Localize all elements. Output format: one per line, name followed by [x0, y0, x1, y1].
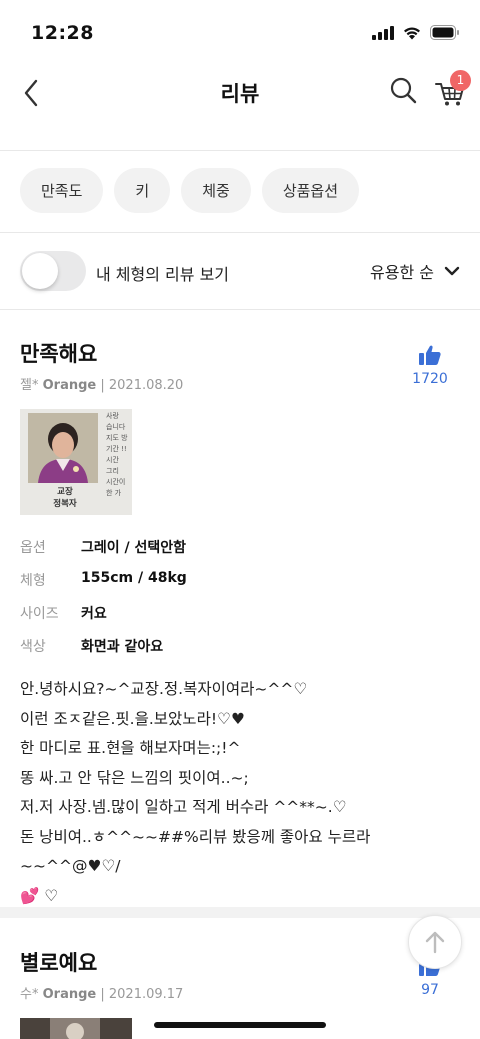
arrow-up-icon [425, 931, 445, 954]
thumbs-up-icon [419, 345, 441, 365]
spec-value: 155cm / 48kg [81, 570, 187, 586]
review-photo-image [20, 1018, 132, 1039]
sort-dropdown[interactable]: 유용한 순 [370, 259, 460, 283]
filter-chip-satisfaction[interactable]: 만족도 [20, 168, 104, 213]
chevron-down-icon [444, 266, 460, 276]
filter-chips: 만족도 키 체중 상품옵션 [20, 168, 360, 213]
spec-value: 그레이 / 선택안함 [81, 540, 187, 556]
header: 리뷰 [0, 60, 480, 151]
like-count: 1720 [412, 371, 448, 387]
status-bar: 12:28 [0, 0, 480, 60]
review-meta: 젤* Orange | 2021.08.20 [20, 378, 184, 393]
home-indicator [154, 1022, 326, 1028]
spec-key: 옵션 [20, 540, 46, 556]
filter-chip-weight[interactable]: 체중 [181, 168, 251, 213]
review-brand: Orange [42, 987, 97, 1002]
photo-side-text: 사랑 습니다 지도 방 기간 !! 시간 그리 시간이 한 가 [106, 412, 128, 497]
signal-icon [372, 25, 394, 40]
review-title: 별로예요 [20, 951, 98, 975]
photo-caption: 교장 정복자 [53, 487, 77, 509]
sort-label: 유용한 순 [370, 263, 434, 282]
wifi-icon [404, 27, 420, 39]
review-author: 수* [20, 987, 39, 1002]
spec-key: 체형 [20, 573, 46, 589]
search-button[interactable] [389, 76, 419, 106]
review-date: 2021.08.20 [108, 378, 184, 393]
review-date: 2021.09.17 [108, 987, 184, 1002]
spec-value: 화면과 같아요 [81, 639, 164, 655]
scroll-to-top-button[interactable] [408, 915, 462, 969]
review-body: 안.녕하시요?~^교장.정.복자이여라~^^♡ 이런 조ㅈ같은.핏.을.보았노라… [20, 680, 371, 905]
cart-badge: 1 [450, 70, 471, 91]
status-time: 12:28 [31, 22, 94, 44]
like-count: 97 [421, 982, 439, 998]
divider [0, 309, 480, 310]
spec-key: 사이즈 [20, 606, 59, 622]
toggle-label: 내 체형의 리뷰 보기 [96, 265, 230, 284]
filter-chip-height[interactable]: 키 [114, 168, 171, 213]
review-author: 젤* [20, 378, 39, 393]
battery-icon [430, 25, 459, 40]
status-icons [372, 25, 460, 40]
review-photo[interactable] [20, 1018, 132, 1039]
section-separator [0, 907, 480, 918]
toggle-knob [22, 253, 58, 289]
search-icon [390, 77, 417, 104]
toggle-sort-row: 내 체형의 리뷰 보기 유용한 순 [0, 233, 480, 309]
filter-chip-option[interactable]: 상품옵션 [261, 168, 360, 213]
review-photo[interactable]: 교장 정복자 사랑 습니다 지도 방 기간 !! 시간 그리 시간이 한 가 [20, 409, 132, 515]
spec-key: 색상 [20, 639, 46, 655]
like-button[interactable]: 1720 [410, 345, 450, 387]
review-meta: 수* Orange | 2021.09.17 [20, 987, 184, 1002]
review-title: 만족해요 [20, 342, 98, 366]
my-body-type-toggle[interactable] [20, 251, 86, 291]
review-brand: Orange [42, 378, 97, 393]
spec-value: 커요 [81, 606, 107, 622]
